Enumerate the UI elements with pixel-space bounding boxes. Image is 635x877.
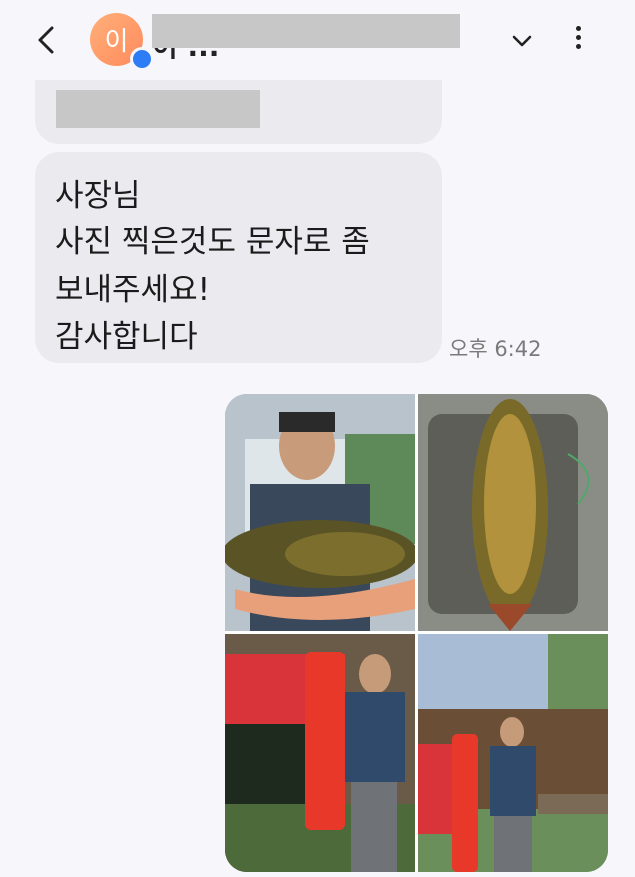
message-line: 보내주세요! bbox=[55, 272, 211, 308]
redaction-box bbox=[56, 90, 260, 128]
message-timestamp: 오후 6:42 bbox=[449, 337, 542, 361]
message-line: 사진 찍은것도 문자로 좀 bbox=[55, 224, 370, 260]
chevron-down-icon bbox=[512, 35, 532, 47]
avatar-initial: 이 bbox=[104, 27, 129, 57]
photo-carp-on-mat[interactable] bbox=[418, 394, 608, 631]
conversation-header: 이 이 ... bbox=[0, 0, 635, 92]
avatar-badge bbox=[130, 47, 154, 71]
redaction-box bbox=[152, 14, 460, 48]
incoming-message-bubble[interactable]: 사장님 사진 찍은것도 문자로 좀 보내주세요! 감사합니다 bbox=[35, 152, 442, 363]
message-line: 감사합니다 bbox=[55, 319, 198, 355]
photo-man-holding-carp[interactable] bbox=[225, 394, 415, 631]
more-options-button[interactable] bbox=[566, 22, 590, 58]
back-arrow-icon bbox=[38, 26, 54, 54]
more-vertical-icon bbox=[566, 26, 590, 49]
photo-man-at-fishing-spot-sign[interactable] bbox=[418, 634, 608, 872]
photo-image bbox=[225, 634, 415, 872]
back-button[interactable] bbox=[28, 20, 68, 60]
message-line: 사장님 bbox=[55, 178, 141, 214]
expand-button[interactable] bbox=[507, 26, 537, 56]
outgoing-photo-grid[interactable] bbox=[225, 394, 608, 872]
photo-man-with-prize-banner[interactable] bbox=[225, 634, 415, 872]
photo-image bbox=[225, 394, 415, 631]
photo-image bbox=[418, 394, 608, 631]
photo-image bbox=[418, 634, 608, 872]
